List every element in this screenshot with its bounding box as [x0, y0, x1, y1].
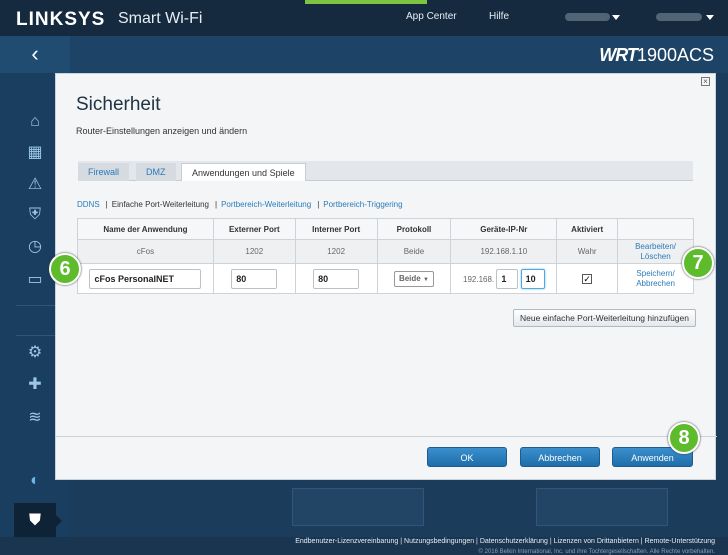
network-name-blurred[interactable]: [656, 13, 702, 21]
shield-icon[interactable]: ⛊: [24, 510, 46, 532]
ok-button[interactable]: OK: [427, 447, 507, 467]
tab-bar: Firewall DMZ Anwendungen und Spiele: [78, 161, 693, 181]
ip-third-octet-input[interactable]: 1: [496, 268, 519, 289]
step-marker-8: 8: [668, 422, 700, 454]
troubleshooting-icon[interactable]: ✚: [24, 373, 46, 395]
help-link[interactable]: Hilfe: [489, 11, 509, 22]
calendar-icon[interactable]: ▦: [24, 141, 46, 163]
speed-test-icon[interactable]: ◷: [24, 235, 46, 257]
row2-enabled-cell: ✓: [556, 263, 619, 294]
brand-logo[interactable]: LINKSYS: [16, 9, 105, 31]
openvpn-icon[interactable]: ◐: [24, 470, 46, 492]
router-icon[interactable]: ⌂: [24, 111, 46, 133]
row1-ip: 192.168.1.10: [450, 239, 558, 264]
tab-firewall[interactable]: Firewall: [78, 163, 130, 181]
sidebar-divider: [16, 305, 56, 306]
footer-link-privacy[interactable]: Datenschutzerklärung: [480, 538, 548, 545]
port-forwarding-table: Name der Anwendung Externer Port Interne…: [77, 218, 694, 294]
top-bar: LINKSYS Smart Wi-Fi App Center Hilfe: [0, 0, 728, 36]
cancel-link[interactable]: Abbrechen: [618, 279, 693, 289]
background-widget: [292, 488, 424, 526]
footer-link-eula[interactable]: Endbenutzer-Lizenzvereinbarung: [295, 538, 398, 545]
footer-link-terms[interactable]: Nutzungsbedingungen: [404, 538, 474, 545]
cancel-button[interactable]: Abbrechen: [520, 447, 600, 467]
internal-port-input[interactable]: 80: [313, 268, 360, 289]
subnav-separator: |: [105, 200, 108, 209]
close-icon[interactable]: ×: [701, 77, 710, 86]
save-link[interactable]: Speichern/: [618, 269, 693, 279]
header-enabled: Aktiviert: [556, 218, 619, 240]
tab-dmz[interactable]: DMZ: [136, 163, 176, 181]
page-title: Sicherheit: [76, 94, 161, 115]
background-widget: [536, 488, 668, 526]
warning-icon[interactable]: ⚠: [24, 173, 46, 195]
chevron-down-icon[interactable]: [706, 15, 714, 20]
subnav-separator: |: [317, 200, 320, 209]
app-name-input[interactable]: cFos PersonalNET: [89, 268, 202, 289]
footer: Endbenutzer-Lizenzvereinbarung | Nutzung…: [0, 537, 728, 555]
footer-divider: [56, 436, 717, 437]
row2-ext-port-cell: 80: [212, 263, 296, 294]
app-center-link[interactable]: App Center: [406, 11, 457, 22]
router-model: WRT1900ACS: [599, 45, 714, 65]
edit-link[interactable]: Bearbeiten/: [618, 242, 693, 252]
tab-applications-games[interactable]: Anwendungen und Spiele: [181, 163, 306, 181]
usb-storage-icon[interactable]: ▭: [24, 268, 46, 290]
table-header-row: Name der Anwendung Externer Port Interne…: [77, 218, 694, 240]
external-port-input[interactable]: 80: [231, 268, 278, 289]
subnav: DDNS | Einfache Port-Weiterleitung | Portber…: [77, 200, 409, 209]
header-actions: [617, 218, 694, 240]
ip-fourth-octet-input[interactable]: 10: [520, 268, 545, 289]
account-name-blurred[interactable]: [565, 13, 610, 21]
protocol-select[interactable]: Beide ▼: [393, 270, 434, 287]
row2-int-port-cell: 80: [294, 263, 378, 294]
row1-enabled: Wahr: [556, 239, 619, 264]
product-name: Smart Wi-Fi: [118, 10, 203, 27]
header-external-port: Externer Port: [212, 218, 296, 240]
enabled-checkbox[interactable]: ✓: [582, 273, 593, 284]
wifi-settings-icon[interactable]: ≋: [24, 406, 46, 428]
row2-protocol-cell: Beide ▼: [376, 263, 452, 294]
header-protocol: Protokoll: [376, 218, 452, 240]
chevron-down-icon: ▼: [422, 276, 429, 283]
footer-link-remote-support[interactable]: Remote-Unterstützung: [645, 538, 715, 545]
parental-control-icon[interactable]: ⛨: [24, 204, 46, 226]
chevron-down-icon[interactable]: [612, 15, 620, 20]
add-port-forwarding-button[interactable]: Neue einfache Port-Weiterleitung hinzufü…: [513, 309, 696, 327]
row1-name: cFos: [77, 239, 214, 264]
table-row-editing: cFos PersonalNET 80 80 Beide ▼ 192.168. …: [77, 263, 694, 294]
page-subtitle: Router-Einstellungen anzeigen und ändern: [76, 126, 248, 136]
top-accent-bar: [305, 0, 427, 4]
ip-prefix: 192.168.: [463, 274, 495, 284]
copyright: © 2016 Belkin International, Inc. und ih…: [478, 549, 715, 555]
table-row: cFos 1202 1202 Beide 192.168.1.10 Wahr B…: [77, 239, 694, 264]
row1-int-port: 1202: [294, 239, 378, 264]
sidebar-divider: [16, 335, 56, 336]
header-internal-port: Interner Port: [294, 218, 378, 240]
subnav-port-range-forwarding[interactable]: Portbereich-Weiterleitung: [221, 200, 311, 209]
footer-link-third-party[interactable]: Lizenzen von Drittanbietern: [554, 538, 639, 545]
step-marker-6: 6: [49, 253, 81, 285]
step-marker-7: 7: [682, 247, 714, 279]
row2-name-cell: cFos PersonalNET: [77, 263, 214, 294]
row1-ext-port: 1202: [212, 239, 296, 264]
row2-ip-cell: 192.168. 1 10: [450, 263, 558, 294]
subnav-separator: |: [214, 200, 218, 209]
back-arrow-icon[interactable]: ‹: [0, 36, 70, 73]
subnav-single-port-forwarding[interactable]: Einfache Port-Weiterleitung: [112, 200, 209, 209]
security-dialog: × Sicherheit Router-Einstellungen anzeig…: [55, 73, 717, 480]
subnav-port-range-triggering[interactable]: Portbereich-Triggering: [323, 200, 402, 209]
header-app-name: Name der Anwendung: [77, 218, 214, 240]
header-device-ip: Geräte-IP-Nr: [450, 218, 558, 240]
row1-protocol: Beide: [376, 239, 452, 264]
settings-gears-icon[interactable]: ⚙: [24, 341, 46, 363]
footer-links: Endbenutzer-Lizenzvereinbarung | Nutzung…: [295, 538, 715, 545]
subnav-ddns[interactable]: DDNS: [77, 200, 100, 209]
